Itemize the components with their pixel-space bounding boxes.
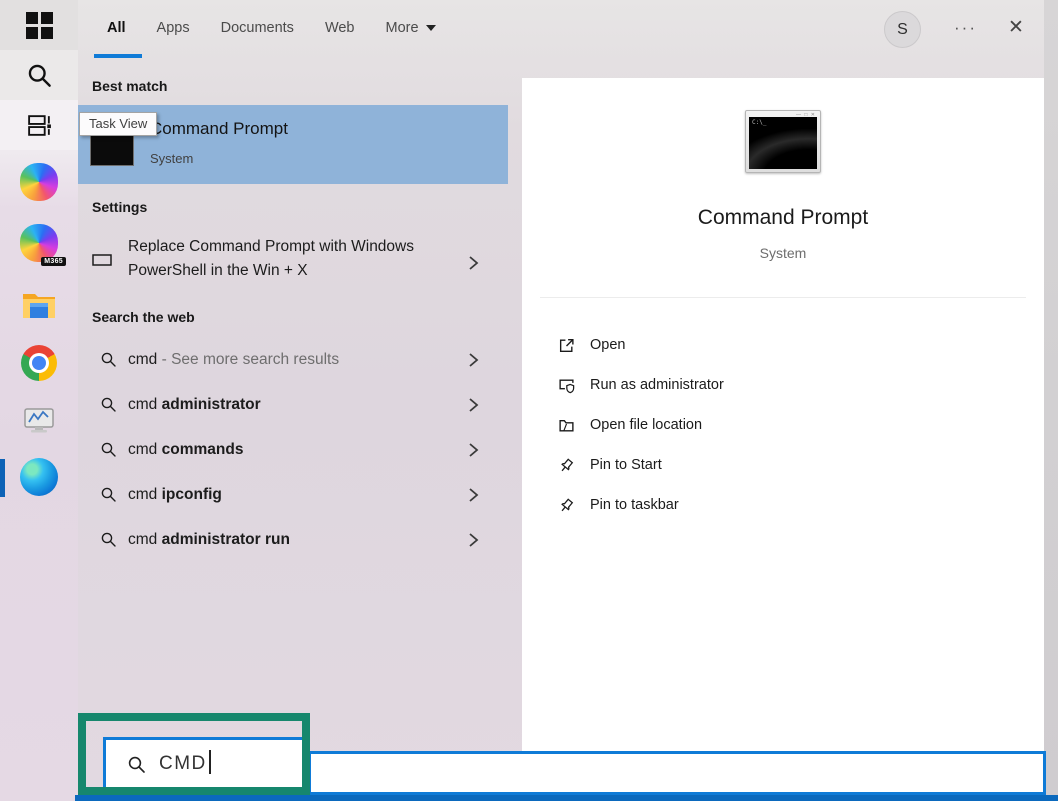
folder-icon [558,417,575,434]
annotation-highlight-box [78,713,310,795]
detail-title: Command Prompt [522,206,1044,230]
tab-apps[interactable]: Apps [157,20,190,36]
tab-documents[interactable]: Documents [221,20,294,36]
action-pin-to-taskbar[interactable]: Pin to taskbar [522,485,1044,525]
search-icon [100,396,117,413]
web-suggestion-row[interactable]: cmd administrator run [78,517,508,562]
window-icon [92,252,112,268]
taskbar: M365 [0,0,78,801]
copilot-button[interactable] [0,157,78,207]
action-label: Pin to Start [590,445,662,485]
action-open[interactable]: Open [522,325,1044,365]
web-suggestion-row[interactable]: cmd - See more search results [78,337,508,382]
detail-subtitle: System [522,245,1044,261]
suggestion-label: cmd - See more search results [128,337,339,382]
chevron-right-icon [468,532,479,548]
edge-icon [20,458,58,496]
shield-icon [558,377,575,394]
chrome-button[interactable] [0,338,78,388]
close-icon[interactable]: ✕ [1008,16,1024,39]
settings-result[interactable]: Replace Command Prompt with Windows Powe… [78,228,508,298]
windows-search-screen: M365 All [0,0,1058,801]
detail-pane: — □ ✕ C:\_ Command Prompt System Open [522,78,1044,795]
chevron-right-icon [468,352,479,368]
chrome-icon [21,345,57,381]
chevron-right-icon [468,442,479,458]
file-explorer-button[interactable] [0,280,78,330]
action-run-as-administrator[interactable]: Run as administrator [522,365,1044,405]
chevron-right-icon [468,397,479,413]
settings-header: Settings [92,199,147,215]
action-label: Run as administrator [590,365,724,405]
search-icon [100,531,117,548]
taskbar-search-button[interactable] [0,50,78,100]
copilot-icon [20,163,58,201]
start-button[interactable] [0,0,78,50]
best-match-header: Best match [92,78,167,94]
action-label: Pin to taskbar [590,485,679,525]
suggestion-label: cmd ipconfig [128,472,222,517]
pin-icon [558,497,575,514]
active-tab-underline [94,54,142,58]
account-avatar[interactable]: S [884,11,921,48]
command-prompt-icon-large: — □ ✕ C:\_ [745,110,821,173]
m365-copilot-button[interactable]: M365 [0,218,78,268]
web-suggestion-row[interactable]: cmd administrator [78,382,508,427]
task-view-button[interactable] [0,100,78,150]
best-match-subtitle: System [150,151,193,166]
divider [540,297,1026,298]
action-pin-to-start[interactable]: Pin to Start [522,445,1044,485]
tab-all[interactable]: All [107,20,126,36]
search-filter-tabs: All Apps Documents Web More [107,20,436,36]
chevron-right-icon [468,487,479,503]
search-icon [26,62,53,89]
tab-more[interactable]: More [386,20,436,36]
settings-result-label: Replace Command Prompt with Windows Powe… [128,235,443,283]
action-label: Open file location [590,405,702,445]
suggestion-label: cmd administrator run [128,517,290,562]
chevron-right-icon [468,255,479,271]
chevron-down-icon [426,25,436,31]
options-menu-button[interactable]: ··· [954,18,977,38]
file-explorer-icon [21,290,57,320]
action-open-file-location[interactable]: Open file location [522,405,1044,445]
search-icon [100,351,117,368]
task-manager-icon [23,407,55,435]
m365-badge: M365 [41,257,66,266]
windows-logo-icon [26,12,53,39]
task-manager-button[interactable] [0,396,78,446]
search-flyout: All Apps Documents Web More S ··· ✕ Best… [78,0,1044,795]
task-view-tooltip: Task View [79,112,157,136]
open-icon [558,337,575,354]
task-view-icon [26,112,53,139]
search-icon [100,486,117,503]
best-match-title: Command Prompt [150,119,288,139]
web-suggestion-row[interactable]: cmd commands [78,427,508,472]
search-icon [100,441,117,458]
taskbar-bottom-edge [75,795,1058,801]
action-label: Open [590,325,625,365]
tab-web[interactable]: Web [325,20,355,36]
suggestion-label: cmd commands [128,427,243,472]
web-suggestion-row[interactable]: cmd ipconfig [78,472,508,517]
taskbar-search-field[interactable] [308,751,1046,795]
search-web-header: Search the web [92,309,195,325]
edge-button[interactable] [0,452,78,502]
desktop-gutter [1044,0,1058,795]
suggestion-label: cmd administrator [128,382,261,427]
pin-icon [558,457,575,474]
